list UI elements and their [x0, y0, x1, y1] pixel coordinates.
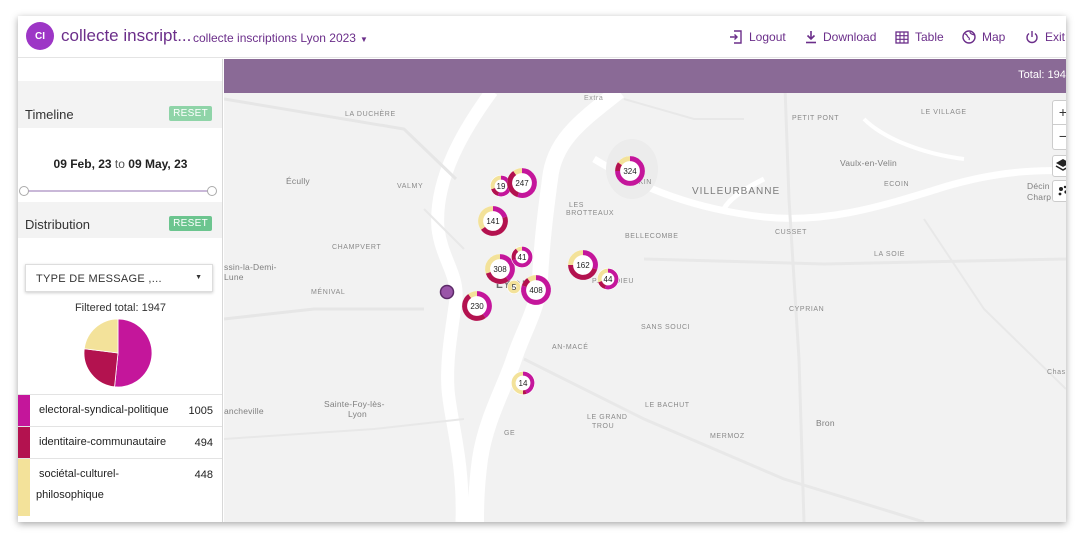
exit-label: Exit [1045, 30, 1066, 44]
date-range: 09 Feb, 23 to 09 May, 23 [18, 157, 222, 171]
cluster-count: 19 [497, 182, 506, 191]
timeline-header: Timeline RESET [18, 100, 222, 128]
message-type-select-value: TYPE DE MESSAGE ,... [36, 273, 162, 285]
logout-icon [730, 30, 742, 44]
layers-icon [1055, 159, 1066, 171]
cluster-icon [1058, 185, 1066, 196]
pie-slice[interactable] [114, 318, 153, 388]
map-button[interactable]: Map [962, 16, 1005, 58]
legend-count: 1005 [188, 405, 213, 417]
legend-name: electoral-syndical-politique [39, 404, 169, 416]
zoom-out-button[interactable]: − [1053, 125, 1066, 149]
filtered-total: Filtered total: 1947 [74, 302, 167, 314]
cluster-count: 5 [512, 283, 517, 292]
timeline-reset-button[interactable]: RESET [169, 106, 212, 121]
zoom-in-button[interactable]: + [1053, 101, 1066, 125]
cluster-count: 14 [519, 379, 528, 388]
zoom-control: + − [1052, 100, 1066, 150]
app-header: CI collecte inscript... collecte inscrip… [18, 16, 1066, 58]
caret-down-icon: ▼ [195, 274, 202, 281]
legend-name-line1: sociétal-culturel- [39, 468, 120, 480]
cluster-count: 41 [518, 253, 527, 262]
map-cluster[interactable]: 44 [597, 268, 619, 290]
logout-label: Logout [749, 30, 786, 44]
cluster-segment [515, 246, 523, 252]
date-to: 09 May, 23 [128, 157, 188, 171]
legend-row-identitaire[interactable]: identitaire-communautaire 494 [18, 426, 222, 458]
legend-swatch [18, 459, 30, 516]
cluster-count: 324 [623, 167, 637, 176]
map-label: Map [982, 30, 1006, 44]
distribution-pie-chart [83, 318, 153, 388]
timeline-slider-end-handle[interactable] [207, 186, 217, 196]
legend-swatch [18, 395, 30, 426]
map-cluster[interactable]: 408 [521, 275, 551, 305]
timeline-slider-start-handle[interactable] [19, 186, 29, 196]
map-cluster[interactable]: 14 [511, 371, 535, 395]
date-separator: to [114, 157, 125, 171]
globe-icon [962, 30, 976, 44]
timeline-slider-track[interactable] [24, 190, 212, 192]
pie-slice[interactable] [83, 348, 119, 388]
map-cluster[interactable]: 162 [568, 250, 598, 280]
date-from: 09 Feb, 23 [53, 157, 112, 171]
pie-slice[interactable] [83, 318, 119, 354]
legend-row-societal[interactable]: sociétal-culturel- philosophique 448 [18, 458, 222, 516]
legend-count: 448 [194, 469, 213, 481]
table-icon [895, 30, 909, 44]
legend-swatch [18, 427, 30, 458]
layers-button[interactable] [1052, 155, 1066, 177]
project-selector[interactable]: collecte inscriptions Lyon 2023 ▼ [193, 31, 368, 45]
cluster-count: 141 [486, 217, 500, 226]
cluster-count: 408 [529, 286, 543, 295]
cluster-segment [527, 275, 537, 283]
cluster-count: 162 [576, 261, 590, 270]
power-icon [1026, 31, 1038, 44]
download-button[interactable]: Download [805, 16, 876, 58]
cluster-toggle-button[interactable] [1052, 180, 1066, 202]
download-icon [806, 31, 816, 44]
cluster-count: 247 [515, 179, 529, 188]
cluster-segment [468, 291, 478, 299]
map-cluster[interactable]: 41 [511, 246, 533, 268]
map-view[interactable]: Total: 1947 LA DUCHÈRE PETIT PONT LE VIL… [224, 59, 1066, 522]
sidebar-top-card [18, 59, 222, 81]
exit-button[interactable]: Exit [1025, 16, 1065, 58]
cluster-count: 308 [493, 265, 507, 274]
map-cluster[interactable]: 5 [507, 280, 521, 294]
message-type-select[interactable]: TYPE DE MESSAGE ,... ▼ [25, 264, 213, 292]
app-window: CI collecte inscript... collecte inscrip… [18, 16, 1066, 522]
map-cluster[interactable]: 230 [462, 291, 492, 321]
cluster-count: 44 [604, 275, 613, 284]
project-avatar: CI [26, 22, 54, 50]
distribution-title: Distribution [25, 217, 91, 232]
distribution-reset-button[interactable]: RESET [169, 216, 212, 231]
chevron-down-icon: ▼ [359, 35, 368, 44]
cluster-segment [513, 168, 523, 176]
distribution-header: Distribution RESET [18, 210, 222, 238]
cluster-layer: 19 247 324 141 308 41 162 44 5 408 230 14 [439, 156, 645, 395]
cluster-count: 230 [470, 302, 484, 311]
project-name: collecte inscriptions Lyon 2023 [193, 31, 356, 45]
map-cluster[interactable]: 324 [615, 156, 645, 186]
sidebar: Timeline RESET 09 Feb, 23 to 09 May, 23 … [18, 59, 223, 522]
logout-button[interactable]: Logout [729, 16, 786, 58]
map-cluster[interactable]: 247 [507, 168, 537, 198]
table-label: Table [915, 30, 944, 44]
map-point-marker[interactable] [439, 284, 455, 300]
download-label: Download [823, 30, 877, 44]
legend-count: 494 [194, 437, 213, 449]
legend-row-electoral[interactable]: electoral-syndical-politique 1005 [18, 394, 222, 426]
app-title: collecte inscript... [61, 26, 192, 45]
legend-name-line2: philosophique [36, 489, 104, 501]
timeline-title: Timeline [25, 107, 74, 122]
cluster-segment [615, 162, 623, 172]
legend-name: identitaire-communautaire [39, 436, 167, 448]
map-cluster[interactable]: 141 [478, 206, 508, 236]
table-button[interactable]: Table [895, 16, 944, 58]
map-cluster[interactable]: 308 [485, 254, 515, 284]
